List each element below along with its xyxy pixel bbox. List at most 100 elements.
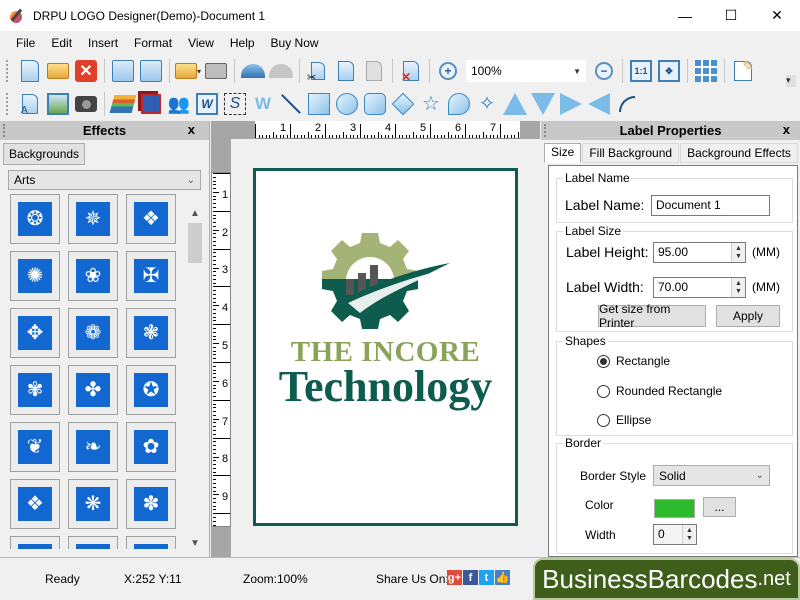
export-folder-icon[interactable]: ▾	[175, 58, 201, 84]
close-icon[interactable]: x	[188, 122, 195, 137]
menu-buy-now[interactable]: Buy Now	[263, 36, 327, 50]
close-icon[interactable]: x	[783, 122, 790, 137]
pie-icon[interactable]	[446, 91, 472, 117]
layers-icon[interactable]	[109, 91, 137, 117]
signature-icon[interactable]: S	[222, 91, 248, 117]
border-width-spinner[interactable]: ▲ ▼	[682, 525, 696, 544]
symbol-item[interactable]: ✽	[126, 479, 176, 529]
symbol-item[interactable]: ❦	[10, 422, 60, 472]
border-style-select[interactable]: Solid ⌄	[653, 465, 770, 486]
fit-to-window-icon[interactable]: ✥	[656, 58, 682, 84]
height-spinner[interactable]: ▲ ▼	[731, 243, 745, 262]
tab-size[interactable]: Size	[544, 143, 582, 163]
category-select[interactable]: Arts ⌄	[8, 170, 201, 190]
edit-properties-icon[interactable]: ✎	[730, 58, 756, 84]
toolbar-grip[interactable]	[6, 60, 10, 82]
get-size-from-printer-button[interactable]: Get size from Printer	[598, 302, 706, 330]
shape-ellipse-radio[interactable]: Ellipse	[597, 413, 651, 427]
symbol-item[interactable]: ❧	[68, 422, 118, 472]
save-icon[interactable]	[110, 58, 136, 84]
label-name-input[interactable]: Document 1	[651, 195, 770, 216]
panel-grip[interactable]	[3, 124, 6, 137]
maximize-button[interactable]: ☐	[708, 0, 754, 31]
label-width-input[interactable]: 70.00 ▲ ▼	[653, 277, 746, 298]
triangle-up-icon[interactable]	[502, 91, 528, 117]
new-document-icon[interactable]	[17, 58, 43, 84]
cut-icon[interactable]: ✂	[305, 58, 331, 84]
menu-insert[interactable]: Insert	[80, 36, 126, 50]
users-icon[interactable]: 👥	[166, 91, 192, 117]
facebook-icon[interactable]: f	[463, 570, 478, 585]
open-folder-icon[interactable]	[45, 58, 71, 84]
close-document-icon[interactable]: ✕	[73, 58, 99, 84]
menu-file[interactable]: File	[8, 36, 43, 50]
symbol-item[interactable]: ❖	[10, 479, 60, 529]
toolbar-overflow-icon[interactable]: ▾	[786, 75, 796, 87]
triangle-down-icon[interactable]	[530, 91, 556, 117]
menu-help[interactable]: Help	[222, 36, 263, 50]
label-height-input[interactable]: 95.00 ▲ ▼	[653, 242, 746, 263]
logo-line-2[interactable]: Technology	[256, 361, 515, 412]
border-width-input[interactable]: 0 ▲ ▼	[653, 524, 697, 545]
scroll-up-icon[interactable]: ▲	[186, 205, 204, 221]
print-icon[interactable]	[203, 58, 229, 84]
four-point-star-icon[interactable]: ✧	[474, 91, 500, 117]
zoom-out-icon[interactable]: −	[591, 58, 617, 84]
tab-background-effects[interactable]: Background Effects	[680, 143, 798, 163]
rounded-rectangle-icon[interactable]	[362, 91, 388, 117]
minimize-button[interactable]: —	[662, 0, 708, 31]
paste-icon[interactable]	[361, 58, 387, 84]
ellipse-icon[interactable]	[334, 91, 360, 117]
symbol-item[interactable]: ❂	[10, 194, 60, 244]
line-icon[interactable]	[278, 91, 304, 117]
symbol-item[interactable]: ✾	[10, 365, 60, 415]
label-canvas[interactable]: THE INCORE Technology	[253, 168, 518, 526]
symbol-item[interactable]: ✥	[10, 308, 60, 358]
toolbar-grip[interactable]	[6, 93, 10, 115]
symbol-item[interactable]: ❁	[68, 308, 118, 358]
text-icon[interactable]: A	[17, 91, 43, 117]
like-icon[interactable]: 👍	[495, 570, 510, 585]
actual-size-icon[interactable]: 1:1	[628, 58, 654, 84]
border-color-swatch[interactable]	[654, 499, 695, 518]
twitter-icon[interactable]: t	[479, 570, 494, 585]
zoom-select[interactable]: 100% ▼	[466, 60, 586, 82]
grid-icon[interactable]	[693, 58, 719, 84]
shape-rounded-rectangle-radio[interactable]: Rounded Rectangle	[597, 384, 722, 398]
symbol-item[interactable]: ✠	[126, 251, 176, 301]
scroll-down-icon[interactable]: ▼	[186, 535, 204, 551]
watermark-icon[interactable]: W	[250, 91, 276, 117]
symbol-item[interactable]: ✣	[10, 536, 60, 549]
zoom-in-icon[interactable]: +	[435, 58, 461, 84]
arc-icon[interactable]	[614, 91, 640, 117]
color-picker-button[interactable]: ...	[703, 497, 736, 517]
menu-edit[interactable]: Edit	[43, 36, 80, 50]
triangle-right-icon[interactable]	[558, 91, 584, 117]
symbol-item[interactable]: ✤	[68, 365, 118, 415]
symbol-item[interactable]: ✻	[68, 536, 118, 549]
copy-icon[interactable]	[333, 58, 359, 84]
symbol-item[interactable]: ✺	[10, 251, 60, 301]
gear-logo[interactable]	[318, 227, 458, 332]
symbol-item[interactable]: ✱	[126, 536, 176, 549]
image-icon[interactable]	[45, 91, 71, 117]
undo-icon[interactable]	[240, 58, 266, 84]
menu-format[interactable]: Format	[126, 36, 180, 50]
symbol-item[interactable]: ✵	[68, 194, 118, 244]
scroll-thumb[interactable]	[188, 223, 202, 263]
symbol-item[interactable]: ✿	[126, 422, 176, 472]
panel-grip[interactable]	[544, 124, 547, 137]
shape-rectangle-radio[interactable]: Rectangle	[597, 354, 670, 368]
symbol-item[interactable]: ✪	[126, 365, 176, 415]
triangle-left-icon[interactable]	[586, 91, 612, 117]
close-button[interactable]: ✕	[754, 0, 800, 31]
google-plus-icon[interactable]: g+	[447, 570, 462, 585]
camera-icon[interactable]	[73, 91, 99, 117]
width-spinner[interactable]: ▲ ▼	[731, 278, 745, 297]
tab-fill-background[interactable]: Fill Background	[582, 143, 680, 163]
symbol-item[interactable]: ❃	[126, 308, 176, 358]
menu-view[interactable]: View	[180, 36, 222, 50]
redo-icon[interactable]	[268, 58, 294, 84]
symbol-item[interactable]: ❀	[68, 251, 118, 301]
word-art-icon[interactable]: W	[194, 91, 220, 117]
